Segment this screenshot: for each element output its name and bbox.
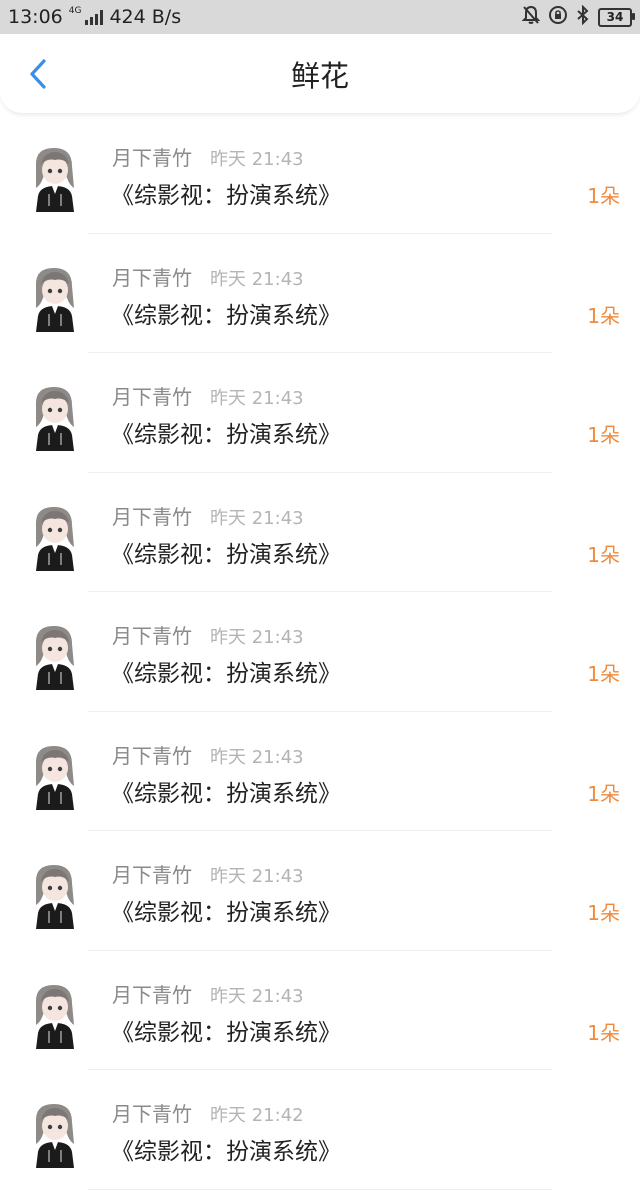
- avatar[interactable]: [32, 981, 78, 1049]
- book-title: 《综影视：扮演系统》: [111, 900, 341, 926]
- list-item[interactable]: 月下青竹 昨天 21:43 《综影视：扮演系统》 1朵: [0, 114, 640, 234]
- list-item[interactable]: 月下青竹 昨天 21:43 《综影视：扮演系统》 1朵: [0, 353, 640, 473]
- flower-count: 1朵: [587, 1020, 620, 1045]
- avatar[interactable]: [32, 861, 78, 929]
- book-title: 《综影视：扮演系统》: [111, 541, 341, 568]
- avatar[interactable]: [32, 503, 78, 571]
- book-title: 《综影视：扮演系统》: [111, 1139, 341, 1165]
- timestamp: 昨天 21:43: [210, 746, 304, 768]
- rotation-lock-icon: [548, 5, 568, 30]
- item-meta: 月下青竹 昨天 21:43: [112, 979, 304, 1008]
- username: 月下青竹: [112, 146, 192, 170]
- book-title: 《综影视：扮演系统》: [111, 1019, 341, 1046]
- mute-bell-icon: [521, 5, 541, 30]
- avatar[interactable]: [32, 742, 78, 810]
- chevron-left-icon: [30, 59, 46, 89]
- avatar[interactable]: [32, 383, 78, 451]
- signal-icon: [85, 9, 104, 25]
- item-meta: 月下青竹 昨天 21:43: [112, 859, 304, 888]
- username: 月下青竹: [112, 863, 192, 887]
- timestamp: 昨天 21:43: [210, 149, 304, 170]
- username: 月下青竹: [112, 265, 192, 290]
- status-bar: 13:06 4G 424 B/s 34: [0, 0, 640, 34]
- username: 月下青竹: [112, 624, 192, 648]
- flower-count: 1朵: [587, 662, 620, 686]
- timestamp: 昨天 21:43: [210, 388, 304, 409]
- book-title: 《综影视：扮演系统》: [111, 302, 341, 329]
- list-item[interactable]: 月下青竹 昨天 21:43 《综影视：扮演系统》 1朵: [0, 473, 640, 592]
- list-item[interactable]: 月下青竹 昨天 21:43 《综影视：扮演系统》 1朵: [0, 712, 640, 831]
- username: 月下青竹: [112, 982, 192, 1007]
- timestamp: 昨天 21:42: [210, 1105, 304, 1126]
- flower-count: 1朵: [587, 901, 620, 925]
- flower-count: 1朵: [587, 781, 620, 806]
- bluetooth-icon: [576, 4, 590, 30]
- status-right: 34: [521, 0, 635, 34]
- book-title: 《综影视：扮演系统》: [111, 780, 341, 807]
- book-title: 《综影视：扮演系统》: [111, 183, 341, 209]
- avatar[interactable]: [32, 1100, 78, 1168]
- avatar[interactable]: [32, 264, 78, 332]
- book-title: 《综影视：扮演系统》: [111, 661, 341, 687]
- nav-bar: 鲜花: [0, 34, 640, 114]
- flower-count: 1朵: [587, 184, 620, 208]
- list-item[interactable]: 月下青竹 昨天 21:42 《综影视：扮演系统》: [0, 1070, 640, 1190]
- username: 月下青竹: [112, 1102, 192, 1126]
- item-meta: 月下青竹 昨天 21:42: [112, 1098, 304, 1127]
- item-meta: 月下青竹 昨天 21:43: [112, 501, 304, 530]
- item-meta: 月下青竹 昨天 21:43: [112, 740, 304, 769]
- list-item[interactable]: 月下青竹 昨天 21:43 《综影视：扮演系统》 1朵: [0, 592, 640, 712]
- avatar[interactable]: [32, 144, 78, 212]
- timestamp: 昨天 21:43: [210, 985, 304, 1007]
- username: 月下青竹: [112, 385, 192, 409]
- timestamp: 昨天 21:43: [210, 268, 304, 290]
- username: 月下青竹: [112, 743, 192, 768]
- username: 月下青竹: [112, 504, 192, 529]
- timestamp: 昨天 21:43: [210, 507, 304, 529]
- flower-count: 1朵: [587, 542, 620, 567]
- list-item[interactable]: 月下青竹 昨天 21:43 《综影视：扮演系统》 1朵: [0, 951, 640, 1070]
- flower-count: 1朵: [587, 303, 620, 328]
- network-type: 4G: [68, 6, 82, 16]
- item-meta: 月下青竹 昨天 21:43: [112, 381, 304, 410]
- page-title: 鲜花: [290, 59, 349, 93]
- item-meta: 月下青竹 昨天 21:43: [112, 262, 304, 291]
- status-left: 13:06 4G 424 B/s: [8, 0, 181, 34]
- timestamp: 昨天 21:43: [210, 866, 304, 887]
- item-meta: 月下青竹 昨天 21:43: [112, 620, 304, 649]
- avatar[interactable]: [32, 622, 78, 690]
- network-speed: 424 B/s: [109, 6, 182, 28]
- list-item[interactable]: 月下青竹 昨天 21:43 《综影视：扮演系统》 1朵: [0, 831, 640, 951]
- flower-count: 1朵: [587, 423, 620, 447]
- back-button[interactable]: [18, 54, 58, 94]
- battery-icon: 34: [598, 7, 635, 27]
- divider: [88, 1188, 552, 1190]
- list-item[interactable]: 月下青竹 昨天 21:43 《综影视：扮演系统》 1朵: [0, 234, 640, 353]
- flower-record-list: 月下青竹 昨天 21:43 《综影视：扮演系统》 1朵 月下青竹 昨天 21:4…: [0, 114, 640, 1190]
- battery-level: 34: [606, 10, 624, 24]
- timestamp: 昨天 21:43: [210, 627, 304, 648]
- book-title: 《综影视：扮演系统》: [111, 422, 341, 448]
- clock: 13:06: [8, 6, 63, 28]
- item-meta: 月下青竹 昨天 21:43: [112, 142, 304, 171]
